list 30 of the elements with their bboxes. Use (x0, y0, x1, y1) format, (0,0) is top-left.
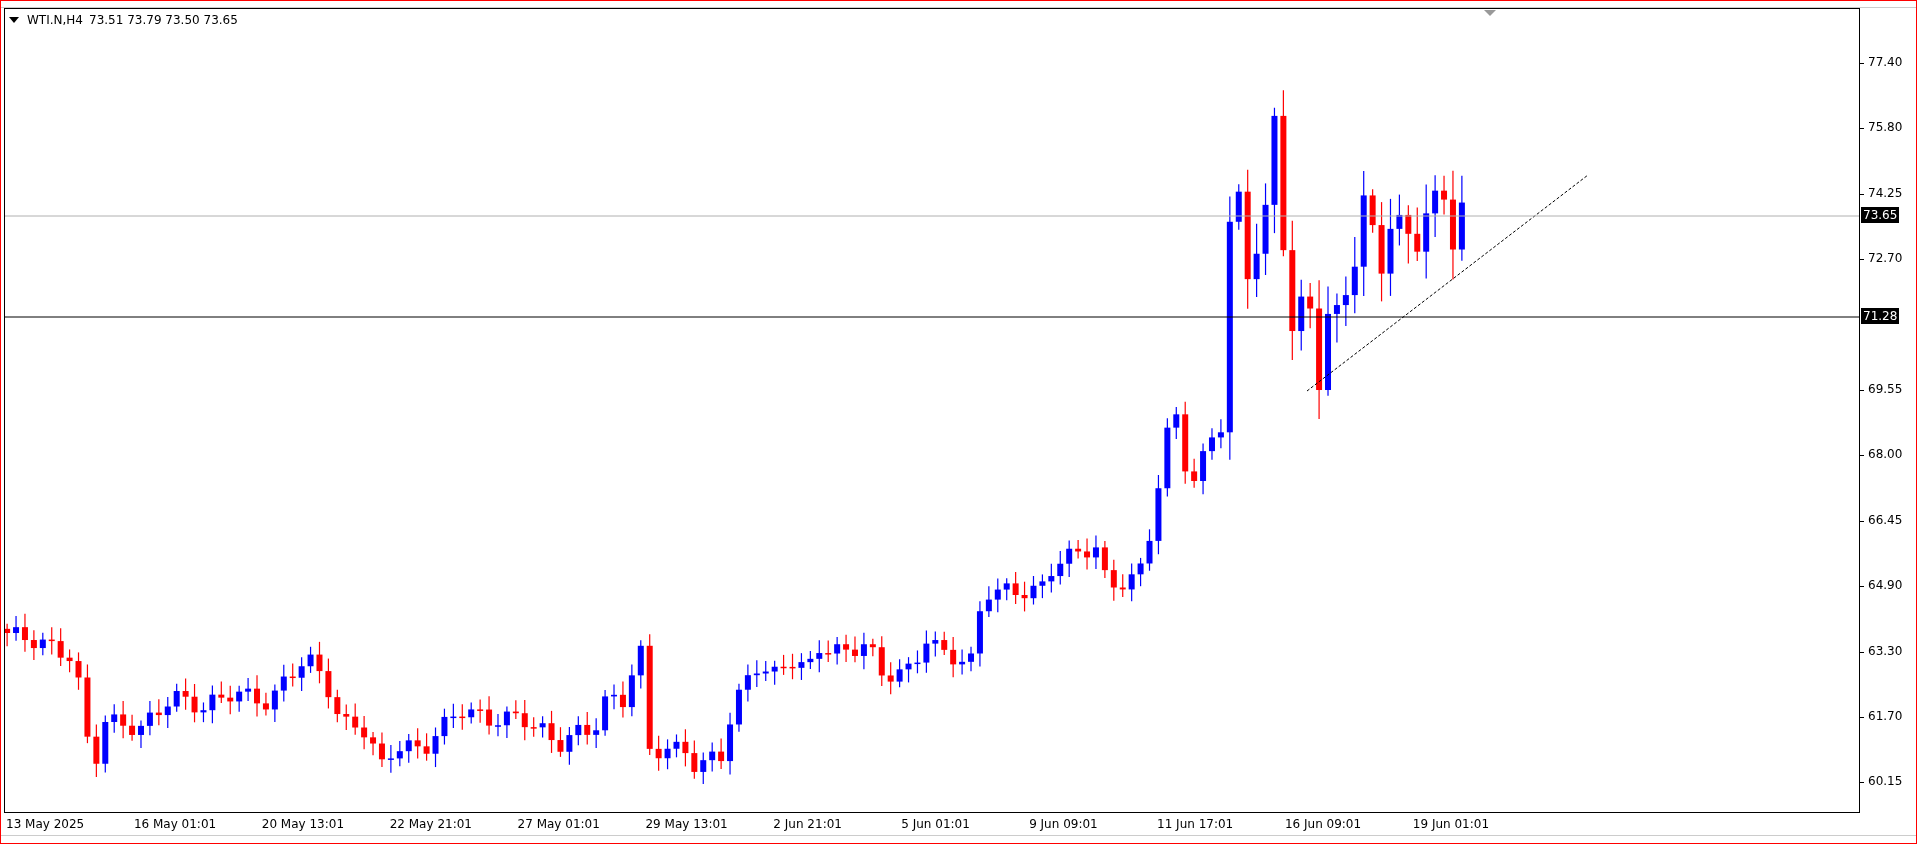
price-axis-label: 69.55 (1868, 381, 1903, 396)
time-axis-label: 9 Jun 09:01 (1029, 817, 1098, 831)
shift-marker-icon[interactable] (1484, 10, 1496, 16)
time-axis-label: 16 Jun 09:01 (1284, 817, 1362, 831)
price-tag: 73.65 (1861, 207, 1900, 223)
price-axis-label: 68.00 (1868, 447, 1903, 462)
price-tag: 71.28 (1861, 308, 1900, 324)
symbol-label: WTI.N,H4 (27, 13, 83, 27)
price-axis-label: 77.40 (1868, 55, 1903, 69)
ohlc-values: 73.51 73.79 73.50 73.65 (89, 13, 238, 27)
time-axis-label: 2 Jun 21:01 (773, 817, 842, 831)
time-axis-label: 19 Jun 01:01 (1412, 817, 1490, 831)
time-axis-label: 5 Jun 01:01 (901, 817, 970, 831)
price-axis-label: 60.15 (1868, 774, 1903, 789)
time-axis-label: 27 May 01:01 (517, 817, 600, 831)
price-axis-label: 74.25 (1868, 185, 1903, 200)
price-axis-label: 63.30 (1868, 643, 1903, 658)
price-axis-label: 64.90 (1868, 578, 1903, 593)
time-axis-label: 20 May 13:01 (261, 817, 345, 831)
price-axis-label: 75.80 (1868, 120, 1903, 135)
time-axis-label: 22 May 21:01 (389, 817, 472, 831)
time-axis-label: 11 Jun 17:01 (1157, 817, 1234, 831)
time-axis-label: 16 May 01:01 (133, 817, 217, 831)
price-axis-label: 72.70 (1868, 251, 1903, 266)
price-axis-label: 61.70 (1868, 708, 1903, 723)
price-axis-label: 66.45 (1868, 512, 1903, 527)
trend-line[interactable] (1306, 174, 1589, 392)
time-axis-label: 13 May 2025 (6, 817, 85, 831)
time-axis-label: 29 May 13:01 (645, 817, 728, 831)
dropdown-icon[interactable] (9, 17, 19, 23)
